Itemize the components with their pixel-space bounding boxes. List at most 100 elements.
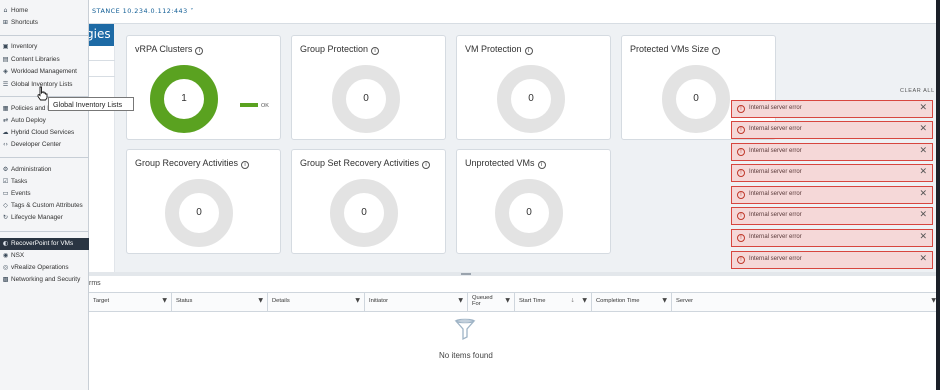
column-header-start-time[interactable]: Start Time ↓ ▼ <box>515 293 592 312</box>
donut-chart[interactable]: 0 <box>330 179 398 247</box>
close-icon[interactable]: ✕ <box>919 210 927 220</box>
error-toast: ! Internal server error ✕ <box>731 229 933 247</box>
column-header-status[interactable]: Status ▼ <box>172 293 268 312</box>
toast-message: Internal server error <box>749 169 802 175</box>
donut-value: 1 <box>181 93 187 104</box>
menu-item-label: Auto Deploy <box>11 117 46 124</box>
info-icon[interactable]: i <box>371 47 380 55</box>
code-icon: ‹› <box>3 141 8 148</box>
menu-item-administration[interactable]: ⚙ Administration <box>0 164 89 176</box>
clear-all-button[interactable]: CLEAR ALL <box>900 88 935 94</box>
error-icon: ! <box>737 234 745 242</box>
top-header: STANCE 10.234.0.112:443 ˅ <box>0 0 940 24</box>
info-icon[interactable]: i <box>712 47 721 55</box>
instance-selector[interactable]: STANCE 10.234.0.112:443 ˅ <box>92 7 194 15</box>
deploy-icon: ⇄ <box>2 117 9 124</box>
menu-item-events[interactable]: ▭ Events <box>0 188 89 200</box>
recent-tasks-panel: rms Target ▼ Status ▼ Details ▼ Initiato… <box>89 276 940 390</box>
error-icon: ! <box>737 105 745 113</box>
admin-icon: ⚙ <box>2 166 9 173</box>
menu-item-tags-custom-attributes[interactable]: ◇ Tags & Custom Attributes <box>0 200 89 212</box>
error-toast: ! Internal server error ✕ <box>731 143 933 161</box>
menu-item-home[interactable]: ⌂ Home <box>0 5 89 17</box>
filter-icon[interactable]: ▼ <box>505 297 510 304</box>
filter-icon[interactable]: ▼ <box>162 297 167 304</box>
column-header-queued-for[interactable]: Queued For ▼ <box>468 293 515 312</box>
inventory-icon: ▣ <box>2 43 9 50</box>
info-icon[interactable]: i <box>241 161 250 169</box>
filter-icon[interactable]: ▼ <box>662 297 667 304</box>
donut-chart[interactable]: 0 <box>165 179 233 247</box>
close-icon[interactable]: ✕ <box>919 254 927 264</box>
menu-item-label: RecoverPoint for VMs <box>11 240 74 247</box>
column-label: Details <box>272 298 290 304</box>
chart-legend: OK <box>240 103 269 109</box>
menu-item-workload-management[interactable]: ◈ Workload Management <box>0 66 89 78</box>
network-icon: ▩ <box>2 276 9 283</box>
panel-tab[interactable]: rms <box>89 280 101 287</box>
menu-item-inventory[interactable]: ▣ Inventory <box>0 41 89 53</box>
donut-chart[interactable]: 0 <box>495 179 563 247</box>
tag-icon: ◇ <box>3 202 8 209</box>
error-toast: ! Internal server error ✕ <box>731 251 933 269</box>
error-icon: ! <box>737 148 745 156</box>
menu-item-label: Inventory <box>11 43 38 50</box>
close-icon[interactable]: ✕ <box>919 167 927 177</box>
filter-icon[interactable]: ▼ <box>355 297 360 304</box>
grid-header: Target ▼ Status ▼ Details ▼ Initiator ▼ … <box>89 292 940 312</box>
info-icon[interactable]: i <box>422 161 431 169</box>
info-icon[interactable]: i <box>537 161 546 169</box>
menu-item-nsx[interactable]: ◉ NSX <box>0 250 89 262</box>
toast-message: Internal server error <box>749 256 802 262</box>
info-icon[interactable]: i <box>195 47 204 55</box>
column-label: Status <box>176 298 193 304</box>
library-icon: ▤ <box>2 56 9 63</box>
donut-value: 0 <box>528 93 534 104</box>
filter-icon[interactable]: ▼ <box>258 297 263 304</box>
filter-icon[interactable]: ▼ <box>458 297 463 304</box>
donut-chart[interactable]: 0 <box>497 65 565 133</box>
error-icon: ! <box>737 212 745 220</box>
close-icon[interactable]: ✕ <box>919 232 927 242</box>
menu-item-vrealize-operations[interactable]: ◎ vRealize Operations <box>0 262 89 274</box>
close-icon[interactable]: ✕ <box>919 146 927 156</box>
menu-item-tasks[interactable]: ☑ Tasks <box>0 176 89 188</box>
column-label: Target <box>93 298 110 304</box>
error-icon: ! <box>737 256 745 264</box>
sort-desc-icon[interactable]: ↓ <box>570 298 575 304</box>
donut-chart[interactable]: 1 <box>150 65 218 133</box>
column-header-server[interactable]: Server ▼ <box>672 293 940 312</box>
column-header-initiator[interactable]: Initiator ▼ <box>365 293 468 312</box>
menu-item-recoverpoint-for-vms[interactable]: ◐ RecoverPoint for VMs <box>0 238 89 250</box>
menu-item-developer-center[interactable]: ‹› Developer Center <box>0 139 89 151</box>
column-header-completion-time[interactable]: Completion Time ▼ <box>592 293 672 312</box>
menu-item-lifecycle-manager[interactable]: ↻ Lifecycle Manager <box>0 212 89 224</box>
donut-chart[interactable]: 0 <box>332 65 400 133</box>
error-toast: ! Internal server error ✕ <box>731 100 933 118</box>
menu-item-networking-and-security[interactable]: ▩ Networking and Security <box>0 274 89 286</box>
column-header-details[interactable]: Details ▼ <box>268 293 365 312</box>
donut-chart[interactable]: 0 <box>662 65 730 133</box>
menu-item-label: Workload Management <box>11 68 77 75</box>
toast-message: Internal server error <box>749 212 802 218</box>
menu-item-shortcuts[interactable]: ⊞ Shortcuts <box>0 17 89 29</box>
menu-item-hybrid-cloud-services[interactable]: ☁ Hybrid Cloud Services <box>0 127 89 139</box>
close-icon[interactable]: ✕ <box>919 103 927 113</box>
info-icon[interactable]: i <box>524 47 533 55</box>
card-title: vRPA Clusters <box>135 44 193 54</box>
menu-item-content-libraries[interactable]: ▤ Content Libraries <box>0 54 89 66</box>
column-label: Start Time <box>519 298 546 304</box>
menu-item-auto-deploy[interactable]: ⇄ Auto Deploy <box>0 115 89 127</box>
column-header-target[interactable]: Target ▼ <box>89 293 172 312</box>
card-unprotected-vms: Unprotected VMs i 0 <box>456 149 611 254</box>
close-icon[interactable]: ✕ <box>919 189 927 199</box>
error-icon: ! <box>737 169 745 177</box>
splitter-grip-icon[interactable] <box>461 273 471 275</box>
close-icon[interactable]: ✕ <box>919 124 927 134</box>
filter-icon[interactable]: ▼ <box>582 297 587 304</box>
menu-item-label: vRealize Operations <box>11 264 69 271</box>
gutter-divider <box>89 76 115 77</box>
tooltip-text: Global Inventory Lists <box>53 100 123 109</box>
legend-label: OK <box>261 103 269 109</box>
card-group-recovery-activities: Group Recovery Activities i 0 <box>126 149 281 254</box>
